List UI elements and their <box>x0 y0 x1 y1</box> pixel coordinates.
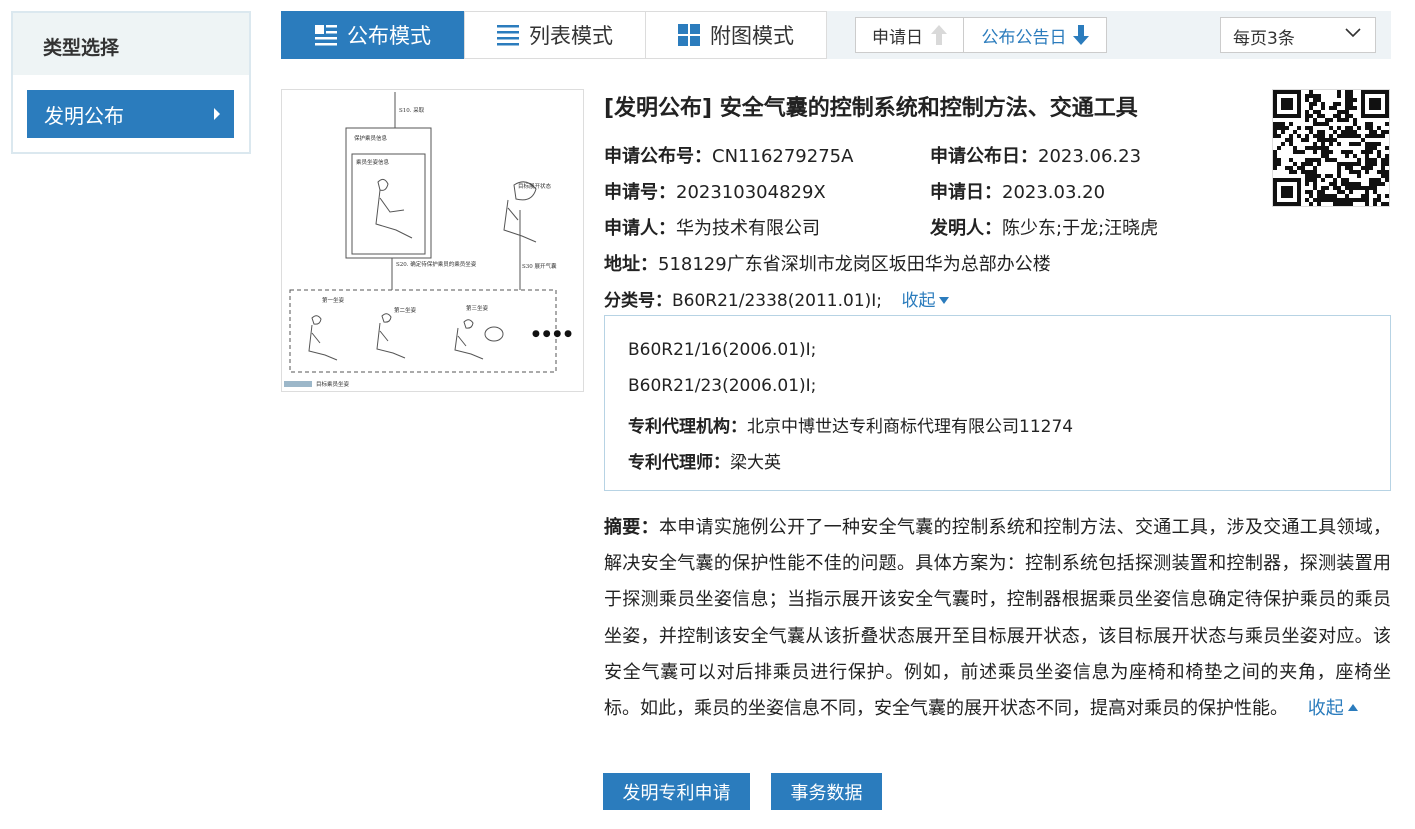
classification-details-panel: B60R21/16(2006.01)I; B60R21/23(2006.01)I… <box>604 315 1391 491</box>
figure-label-box-title: 保护乘员信息 <box>354 134 388 142</box>
abstract-text: 本申请实施例公开了一种安全气囊的控制系统和控制方法、交通工具，涉及交通工具领域，… <box>604 517 1392 720</box>
sort-by-publication-date[interactable]: 公布公告日 <box>964 18 1106 52</box>
collapse-classification-link[interactable]: 收起 <box>901 291 950 311</box>
arrow-down-icon <box>1072 25 1089 45</box>
classification-line: B60R21/16(2006.01)I; <box>628 340 817 360</box>
field-label: 申请号： <box>604 182 676 203</box>
qr-code <box>1272 89 1390 207</box>
figure-label-pose2: 第二坐姿 <box>394 306 417 314</box>
application-number-field: 申请号：202310304829X <box>604 178 826 204</box>
field-label: 申请人： <box>604 218 676 239</box>
figure-label-pose1: 第一坐姿 <box>322 296 345 304</box>
tab-list-mode[interactable]: 列表模式 <box>464 11 646 59</box>
inventor: 陈少东;于龙;汪晓虎 <box>1002 218 1159 239</box>
figure-label-pose3: 第三坐姿 <box>466 304 489 312</box>
abstract-section: 摘要：本申请实施例公开了一种安全气囊的控制系统和控制方法、交通工具，涉及交通工具… <box>604 510 1391 727</box>
application-number: 202310304829X <box>676 182 826 203</box>
tab-label: 公布模式 <box>347 24 431 48</box>
figure-watermark <box>284 381 312 387</box>
field-label: 申请公布日： <box>930 146 1038 167</box>
view-toolbar: 公布模式 列表模式 附图模式 申请日 公布公告日 每页3条 <box>281 11 1391 59</box>
field-label: 地址： <box>604 254 658 275</box>
sort-label: 申请日 <box>872 27 923 48</box>
figure-label-s20: S20. 确定待保护乘员的乘员坐姿 <box>396 260 477 268</box>
classification-code: B60R21/2338(2011.01)I; <box>672 291 883 311</box>
sort-group: 申请日 公布公告日 <box>855 17 1107 53</box>
field-label: 发明人： <box>930 218 1002 239</box>
collapse-abstract-link[interactable]: 收起 <box>1308 698 1358 719</box>
application-date-field: 申请日：2023.03.20 <box>930 178 1105 204</box>
figure-label-s30: S30 展开气囊 <box>522 262 557 270</box>
agency: 北京中博世达专利商标代理有限公司11274 <box>747 417 1074 437</box>
tab-figure-mode[interactable]: 附图模式 <box>645 11 827 59</box>
classification-field: 分类号：B60R21/2338(2011.01)I; 收起 <box>604 286 950 311</box>
tab-publication-mode[interactable]: 公布模式 <box>281 11 465 59</box>
publication-number-field: 申请公布号：CN116279275A <box>604 142 853 168</box>
figure-label-footer: 目标乘员坐姿 <box>316 380 350 388</box>
applicant: 华为技术有限公司 <box>676 218 820 239</box>
field-label: 申请日： <box>930 182 1002 203</box>
chevron-down-icon <box>1345 28 1361 38</box>
publication-date: 2023.06.23 <box>1038 146 1142 167</box>
agency-field: 专利代理机构：北京中博世达专利商标代理有限公司11274 <box>628 412 1073 437</box>
publication-view-icon <box>315 24 337 46</box>
field-label: 分类号： <box>604 291 672 311</box>
sort-by-application-date[interactable]: 申请日 <box>856 18 964 52</box>
inventor-field: 发明人：陈少东;于龙;汪晓虎 <box>930 214 1158 240</box>
sidebar-item-invention-publication[interactable]: 发明公布 <box>27 90 234 138</box>
patent-drawing: S10. 采取 保护乘员信息 乘员坐姿信息 S20. 确定待保护乘员的乘员坐姿 … <box>284 92 572 388</box>
tab-label: 附图模式 <box>710 24 794 48</box>
collapse-label: 收起 <box>901 291 936 311</box>
figure-label-s10: S10. 采取 <box>399 106 425 114</box>
field-label: 申请公布号： <box>604 146 712 167</box>
transaction-data-button[interactable]: 事务数据 <box>771 773 882 810</box>
caret-down-icon <box>939 297 950 304</box>
caret-up-icon <box>1347 704 1358 712</box>
agent: 梁大英 <box>730 453 781 473</box>
publication-date-field: 申请公布日：2023.06.23 <box>930 142 1141 168</box>
arrow-up-icon <box>931 25 947 45</box>
figure-label-inner-title: 乘员坐姿信息 <box>356 158 390 166</box>
list-view-icon <box>497 24 519 46</box>
type-filter-panel: 类型选择 发明公布 <box>11 11 251 154</box>
address: 518129广东省深圳市龙岗区坂田华为总部办公楼 <box>658 254 1051 275</box>
field-label: 专利代理师： <box>628 453 730 473</box>
applicant-field: 申请人：华为技术有限公司 <box>604 214 820 240</box>
collapse-label: 收起 <box>1307 698 1344 720</box>
chevron-right-icon <box>214 108 220 120</box>
qr-modules <box>1273 90 1389 206</box>
agent-field: 专利代理师：梁大英 <box>628 448 781 473</box>
abstract-label: 摘要： <box>604 517 659 538</box>
sidebar-item-label: 发明公布 <box>44 104 124 128</box>
figure-label-target-state: 目标展开状态 <box>518 182 552 190</box>
qr-code-icon <box>1273 90 1389 206</box>
grid-view-icon <box>678 24 700 46</box>
patent-title[interactable]: [发明公布] 安全气囊的控制系统和控制方法、交通工具 <box>604 90 1138 122</box>
classification-line: B60R21/23(2006.01)I; <box>628 376 817 396</box>
type-filter-title: 类型选择 <box>13 13 249 75</box>
field-label: 专利代理机构： <box>628 417 747 437</box>
invention-application-button[interactable]: 发明专利申请 <box>603 773 750 810</box>
per-page-value: 每页3条 <box>1233 29 1295 49</box>
patent-figure-thumbnail[interactable]: S10. 采取 保护乘员信息 乘员坐姿信息 S20. 确定待保护乘员的乘员坐姿 … <box>281 89 584 392</box>
figure-label-ellipsis: ● ● ● ● <box>532 329 572 339</box>
sort-label: 公布公告日 <box>981 27 1067 48</box>
address-field: 地址：518129广东省深圳市龙岗区坂田华为总部办公楼 <box>604 250 1051 276</box>
per-page-select[interactable]: 每页3条 <box>1220 17 1376 53</box>
application-date: 2023.03.20 <box>1002 182 1106 203</box>
publication-number: CN116279275A <box>712 146 854 167</box>
tab-label: 列表模式 <box>529 24 613 48</box>
